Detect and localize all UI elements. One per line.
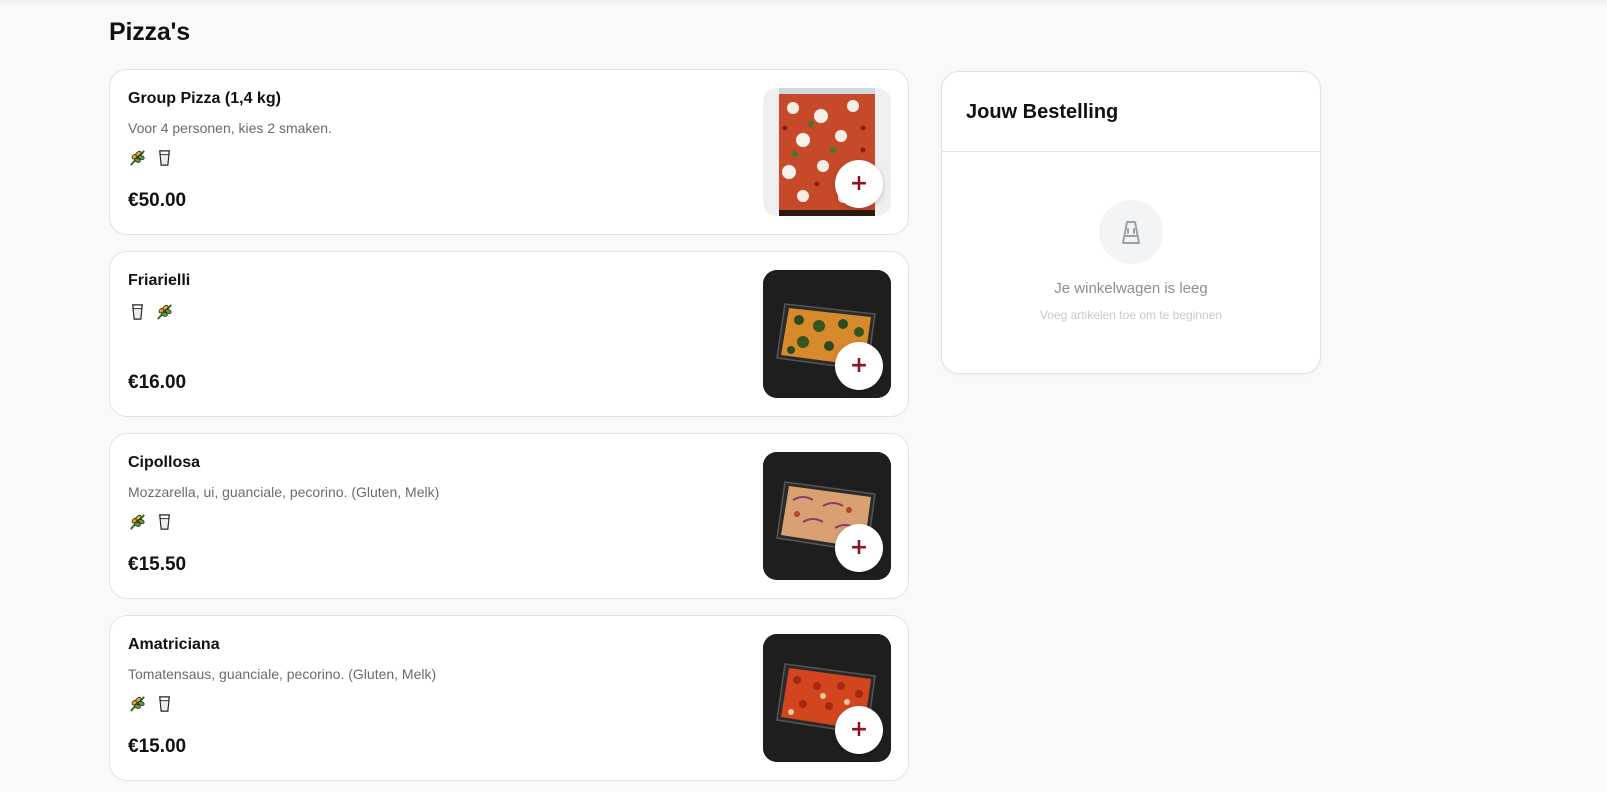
empty-cart-subtitle: Voeg artikelen toe om te beginnen xyxy=(1039,308,1223,322)
add-to-cart-button[interactable]: + xyxy=(835,342,883,390)
gluten-icon xyxy=(128,694,147,713)
product-price: €16.00 xyxy=(128,372,187,393)
product-price: €50.00 xyxy=(128,190,187,211)
product-price: €15.00 xyxy=(128,736,187,757)
milk-icon xyxy=(155,148,174,167)
allergen-badges xyxy=(128,512,174,531)
product-card[interactable]: Cipollosa Mozzarella, ui, guanciale, pec… xyxy=(109,433,909,599)
add-to-cart-button[interactable]: + xyxy=(835,524,883,572)
gluten-icon xyxy=(128,148,147,167)
empty-cart-icon-circle xyxy=(1099,200,1163,264)
allergen-badges xyxy=(128,694,174,713)
product-description: Mozzarella, ui, guanciale, pecorino. (Gl… xyxy=(128,484,440,500)
order-title: Jouw Bestelling xyxy=(966,101,1119,123)
shopping-bag-icon xyxy=(1118,218,1144,246)
product-name: Group Pizza (1,4 kg) xyxy=(128,90,281,107)
allergen-badges xyxy=(128,148,174,167)
order-panel: Jouw Bestelling Je winkelwagen is leeg V… xyxy=(941,71,1321,374)
product-description: Voor 4 personen, kies 2 smaken. xyxy=(128,120,332,136)
product-price: €15.50 xyxy=(128,554,187,575)
milk-icon xyxy=(128,302,147,321)
product-card[interactable]: Group Pizza (1,4 kg) Voor 4 personen, ki… xyxy=(109,69,909,235)
product-card[interactable]: Amatriciana Tomatensaus, guanciale, peco… xyxy=(109,615,909,781)
product-name: Cipollosa xyxy=(128,454,201,471)
product-card[interactable]: Friarielli €16.00 + xyxy=(109,251,909,417)
gluten-icon xyxy=(155,302,174,321)
allergen-badges xyxy=(128,302,174,321)
add-to-cart-button[interactable]: + xyxy=(835,706,883,754)
top-shade xyxy=(0,0,1607,6)
gluten-icon xyxy=(128,512,147,531)
milk-icon xyxy=(155,512,174,531)
product-name: Amatriciana xyxy=(128,636,220,653)
product-description: Tomatensaus, guanciale, pecorino. (Glute… xyxy=(128,666,437,682)
section-title: Pizza's xyxy=(109,18,190,46)
empty-cart-title: Je winkelwagen is leeg xyxy=(1054,280,1208,297)
product-name: Friarielli xyxy=(128,272,191,289)
add-to-cart-button[interactable]: + xyxy=(835,160,883,208)
product-list: Group Pizza (1,4 kg) Voor 4 personen, ki… xyxy=(109,69,909,792)
milk-icon xyxy=(155,694,174,713)
divider xyxy=(942,151,1320,152)
